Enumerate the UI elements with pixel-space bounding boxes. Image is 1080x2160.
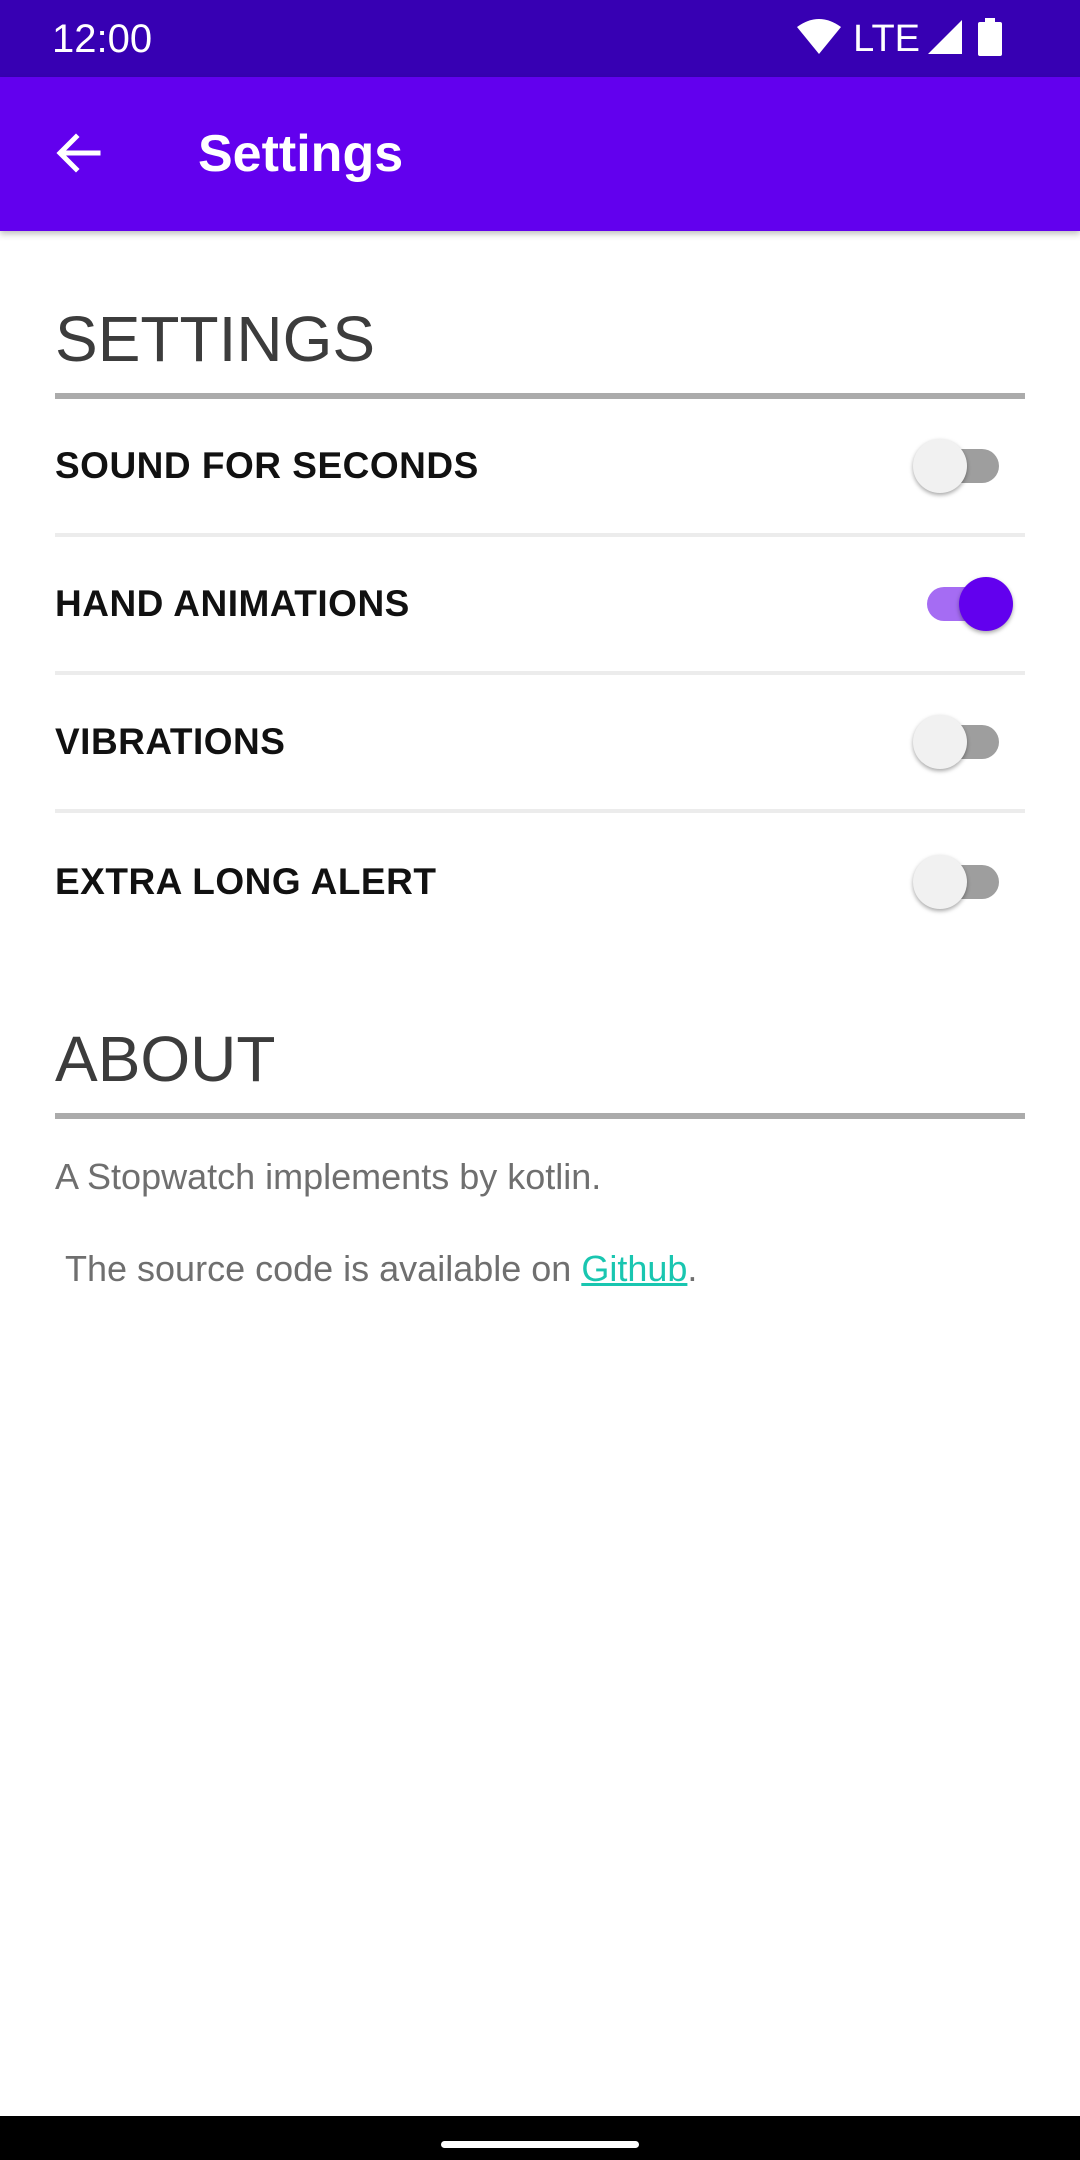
sound-for-seconds-switch[interactable] xyxy=(913,436,1013,496)
status-bar: 12:00 LTE xyxy=(0,0,1080,77)
extra-long-alert-switch[interactable] xyxy=(913,852,1013,912)
setting-label: EXTRA LONG ALERT xyxy=(55,861,437,902)
switch-thumb xyxy=(959,577,1013,631)
network-type: LTE xyxy=(853,18,920,60)
setting-label: SOUND FOR SECONDS xyxy=(55,445,479,486)
setting-label: VIBRATIONS xyxy=(55,721,286,762)
navigation-bar xyxy=(0,2116,1080,2160)
about-source-suffix: . xyxy=(687,1248,698,1289)
setting-row-extra-long-alert[interactable]: EXTRA LONG ALERT xyxy=(55,813,1025,951)
switch-thumb xyxy=(913,855,967,909)
switch-thumb xyxy=(913,715,967,769)
github-link[interactable]: Github xyxy=(581,1248,687,1289)
wifi-icon xyxy=(797,18,842,60)
battery-icon xyxy=(978,17,1002,61)
hand-animations-switch[interactable] xyxy=(913,574,1013,634)
settings-content: SETTINGS SOUND FOR SECONDS HAND ANIMATIO… xyxy=(55,231,1025,1293)
back-button[interactable] xyxy=(38,115,118,195)
setting-label: HAND ANIMATIONS xyxy=(55,583,410,624)
about-source-line: The source code is available on Github. xyxy=(55,1245,1025,1293)
status-time: 12:00 xyxy=(52,17,153,61)
page-title: Settings xyxy=(198,125,404,183)
setting-row-vibrations[interactable]: VIBRATIONS xyxy=(55,675,1025,813)
settings-section-header: SETTINGS xyxy=(55,231,1025,399)
arrow-left-icon xyxy=(54,129,102,182)
about-description: A Stopwatch implements by kotlin. xyxy=(55,1156,602,1197)
status-icons: LTE xyxy=(797,14,1002,64)
home-gesture-handle[interactable] xyxy=(441,2141,639,2148)
vibrations-switch[interactable] xyxy=(913,712,1013,772)
setting-row-sound-for-seconds[interactable]: SOUND FOR SECONDS xyxy=(55,399,1025,537)
app-bar: Settings xyxy=(0,77,1080,231)
switch-thumb xyxy=(913,439,967,493)
about-section-header: ABOUT xyxy=(55,951,1025,1119)
about-source-prefix: The source code is available on xyxy=(65,1248,582,1289)
setting-row-hand-animations[interactable]: HAND ANIMATIONS xyxy=(55,537,1025,675)
signal-icon xyxy=(928,19,962,59)
